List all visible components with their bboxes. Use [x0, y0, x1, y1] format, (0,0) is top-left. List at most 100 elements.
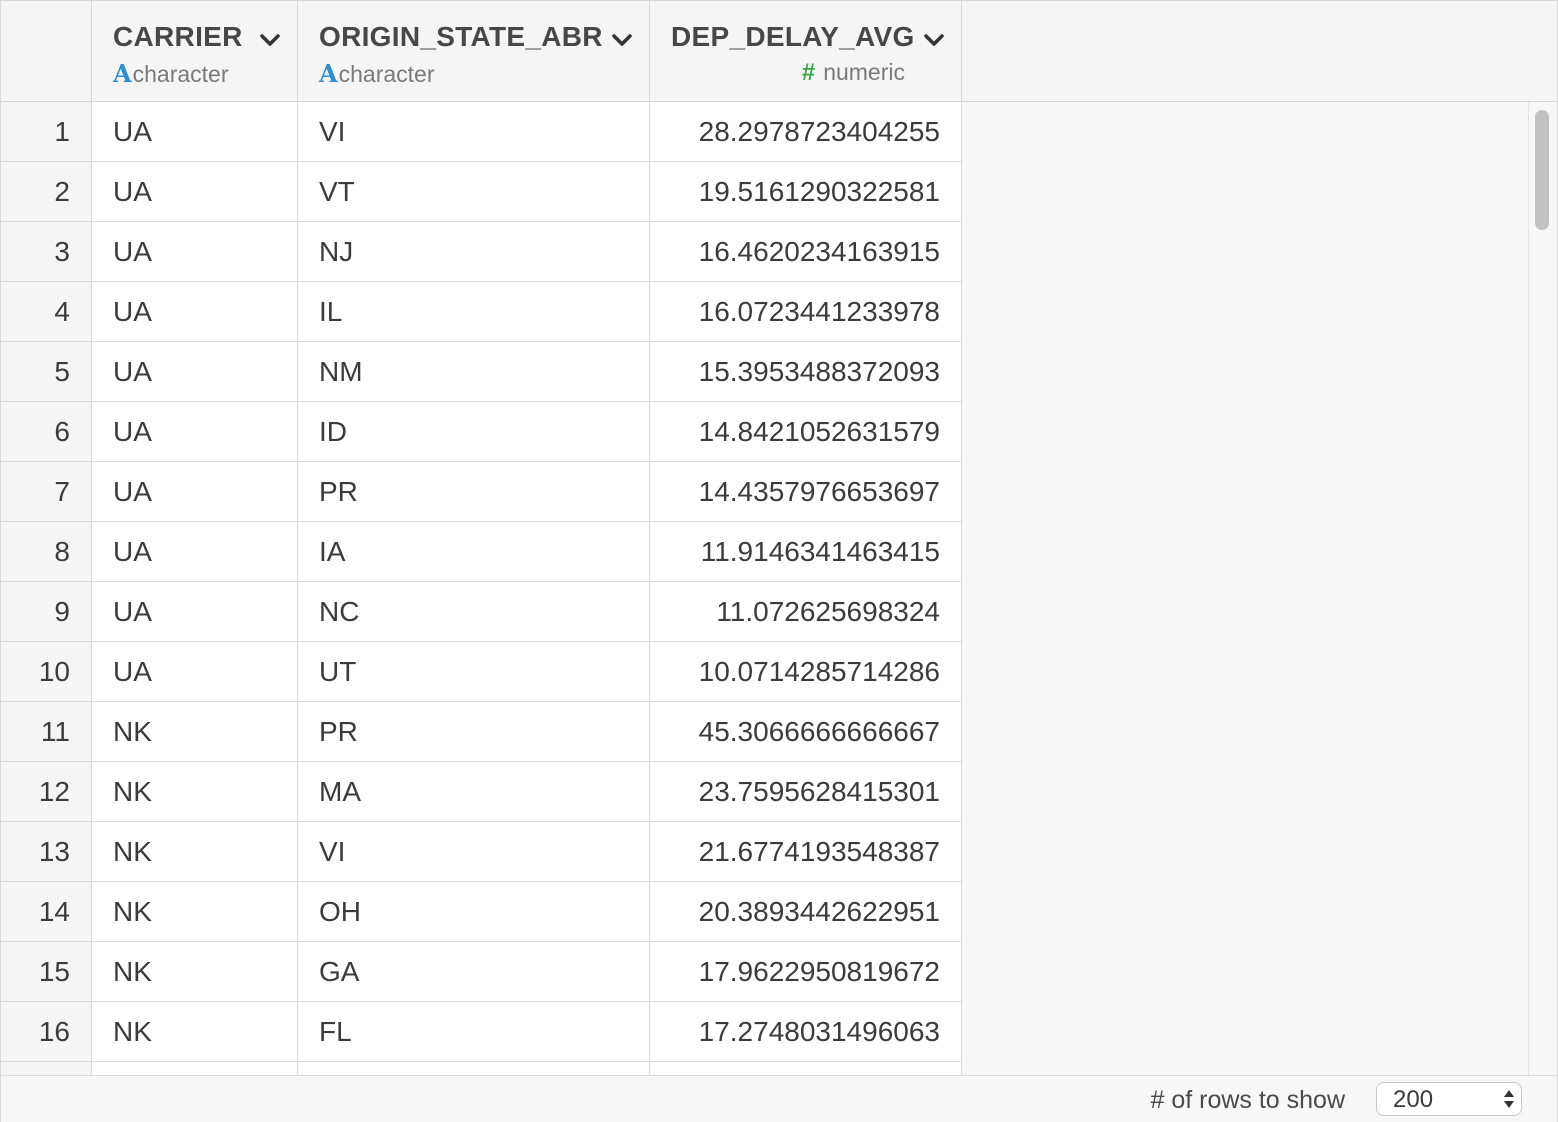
origin-state-cell[interactable]: PR — [298, 702, 650, 761]
row-number-cell: 7 — [1, 462, 92, 521]
table-row[interactable]: 8 UA IA 11.9146341463415 — [1, 522, 962, 582]
origin-state-cell[interactable]: ID — [298, 402, 650, 461]
table-row[interactable]: 16 NK FL 17.2748031496063 — [1, 1002, 962, 1062]
dep-delay-cell[interactable]: 16.0723441233978 — [650, 282, 962, 341]
table-header: CARRIER Acharacter ORIGIN_STATE_ABR Acha… — [1, 1, 1557, 102]
dep-delay-cell[interactable]: 21.6774193548387 — [650, 822, 962, 881]
dep-delay-cell[interactable]: 17.9622950819672 — [650, 942, 962, 1001]
table-row[interactable]: 5 UA NM 15.3953488372093 — [1, 342, 962, 402]
character-type-icon: A — [113, 59, 132, 88]
numeric-type-icon: # — [801, 59, 816, 86]
table-row[interactable]: 3 UA NJ 16.4620234163915 — [1, 222, 962, 282]
rows-to-show-select[interactable]: 200 — [1376, 1082, 1522, 1116]
column-header-origin-state-abr[interactable]: ORIGIN_STATE_ABR Acharacter — [298, 1, 650, 101]
chevron-down-icon[interactable] — [611, 31, 633, 49]
carrier-cell[interactable]: UA — [92, 102, 298, 161]
carrier-cell[interactable]: NK — [92, 942, 298, 1001]
up-down-arrows-icon — [1504, 1090, 1514, 1108]
table-row[interactable]: 14 NK OH 20.3893442622951 — [1, 882, 962, 942]
carrier-cell[interactable]: NK — [92, 822, 298, 881]
carrier-cell[interactable]: UA — [92, 582, 298, 641]
row-number-cell: 1 — [1, 102, 92, 161]
column-header-dep-delay-avg[interactable]: DEP_DELAY_AVG # numeric — [650, 1, 962, 101]
dep-delay-cell[interactable]: 14.8421052631579 — [650, 402, 962, 461]
partial-cell — [298, 1062, 650, 1075]
row-number-cell: 6 — [1, 402, 92, 461]
origin-state-cell[interactable]: OH — [298, 882, 650, 941]
dep-delay-cell[interactable]: 20.3893442622951 — [650, 882, 962, 941]
origin-state-cell[interactable]: NC — [298, 582, 650, 641]
column-header-carrier[interactable]: CARRIER Acharacter — [92, 1, 298, 101]
dep-delay-cell[interactable]: 17.2748031496063 — [650, 1002, 962, 1061]
dep-delay-cell[interactable]: 11.9146341463415 — [650, 522, 962, 581]
column-type-label: character — [338, 61, 435, 87]
dep-delay-cell[interactable]: 10.0714285714286 — [650, 642, 962, 701]
column-name: DEP_DELAY_AVG — [671, 21, 915, 52]
origin-state-cell[interactable]: VT — [298, 162, 650, 221]
row-number-cell: 15 — [1, 942, 92, 1001]
column-type: Acharacter — [319, 59, 435, 88]
origin-state-cell[interactable]: FL — [298, 1002, 650, 1061]
carrier-cell[interactable]: UA — [92, 222, 298, 281]
chevron-down-icon[interactable] — [259, 31, 281, 49]
carrier-cell[interactable]: UA — [92, 282, 298, 341]
column-type-label: character — [132, 61, 229, 87]
origin-state-cell[interactable]: VI — [298, 102, 650, 161]
origin-state-cell[interactable]: IA — [298, 522, 650, 581]
carrier-cell[interactable]: UA — [92, 162, 298, 221]
rows-to-show-value: 200 — [1393, 1086, 1434, 1113]
carrier-cell[interactable]: NK — [92, 1002, 298, 1061]
column-type: Acharacter — [113, 59, 229, 88]
carrier-cell[interactable]: UA — [92, 342, 298, 401]
row-number-cell: 2 — [1, 162, 92, 221]
origin-state-cell[interactable]: IL — [298, 282, 650, 341]
dep-delay-cell[interactable]: 23.7595628415301 — [650, 762, 962, 821]
table-row[interactable]: 2 UA VT 19.5161290322581 — [1, 162, 962, 222]
scrollbar-thumb[interactable] — [1535, 110, 1549, 230]
dep-delay-cell[interactable]: 45.3066666666667 — [650, 702, 962, 761]
table-row[interactable]: 13 NK VI 21.6774193548387 — [1, 822, 962, 882]
carrier-cell[interactable]: NK — [92, 882, 298, 941]
table-row[interactable]: 6 UA ID 14.8421052631579 — [1, 402, 962, 462]
origin-state-cell[interactable]: GA — [298, 942, 650, 1001]
carrier-cell[interactable]: NK — [92, 702, 298, 761]
column-type-label: numeric — [823, 59, 905, 85]
origin-state-cell[interactable]: NJ — [298, 222, 650, 281]
carrier-cell[interactable]: UA — [92, 402, 298, 461]
table-row[interactable]: 1 UA VI 28.2978723404255 — [1, 102, 962, 162]
vertical-scrollbar[interactable] — [1528, 102, 1557, 1075]
table-row[interactable]: 10 UA UT 10.0714285714286 — [1, 642, 962, 702]
dep-delay-cell[interactable]: 28.2978723404255 — [650, 102, 962, 161]
dep-delay-cell[interactable]: 16.4620234163915 — [650, 222, 962, 281]
table-row-partial[interactable] — [1, 1062, 962, 1075]
row-number-header — [1, 1, 92, 101]
table-body[interactable]: 1 UA VI 28.2978723404255 2 UA VT 19.51612903225… — [1, 102, 1557, 1075]
table-row[interactable]: 4 UA IL 16.0723441233978 — [1, 282, 962, 342]
row-number-cell: 4 — [1, 282, 92, 341]
carrier-cell[interactable]: UA — [92, 522, 298, 581]
table-row[interactable]: 11 NK PR 45.3066666666667 — [1, 702, 962, 762]
table-row[interactable]: 7 UA PR 14.4357976653697 — [1, 462, 962, 522]
row-number-cell: 9 — [1, 582, 92, 641]
origin-state-cell[interactable]: VI — [298, 822, 650, 881]
carrier-cell[interactable]: UA — [92, 642, 298, 701]
origin-state-cell[interactable]: PR — [298, 462, 650, 521]
dep-delay-cell[interactable]: 15.3953488372093 — [650, 342, 962, 401]
partial-cell — [92, 1062, 298, 1075]
table-row[interactable]: 15 NK GA 17.9622950819672 — [1, 942, 962, 1002]
character-type-icon: A — [319, 59, 338, 88]
carrier-cell[interactable]: UA — [92, 462, 298, 521]
table-row[interactable]: 12 NK MA 23.7595628415301 — [1, 762, 962, 822]
row-number-cell: 8 — [1, 522, 92, 581]
origin-state-cell[interactable]: MA — [298, 762, 650, 821]
table-row[interactable]: 9 UA NC 11.072625698324 — [1, 582, 962, 642]
chevron-down-icon[interactable] — [923, 31, 945, 49]
table-rows: 1 UA VI 28.2978723404255 2 UA VT 19.51612903225… — [1, 102, 962, 1075]
row-number-cell: 14 — [1, 882, 92, 941]
dep-delay-cell[interactable]: 14.4357976653697 — [650, 462, 962, 521]
dep-delay-cell[interactable]: 11.072625698324 — [650, 582, 962, 641]
origin-state-cell[interactable]: NM — [298, 342, 650, 401]
carrier-cell[interactable]: NK — [92, 762, 298, 821]
dep-delay-cell[interactable]: 19.5161290322581 — [650, 162, 962, 221]
origin-state-cell[interactable]: UT — [298, 642, 650, 701]
